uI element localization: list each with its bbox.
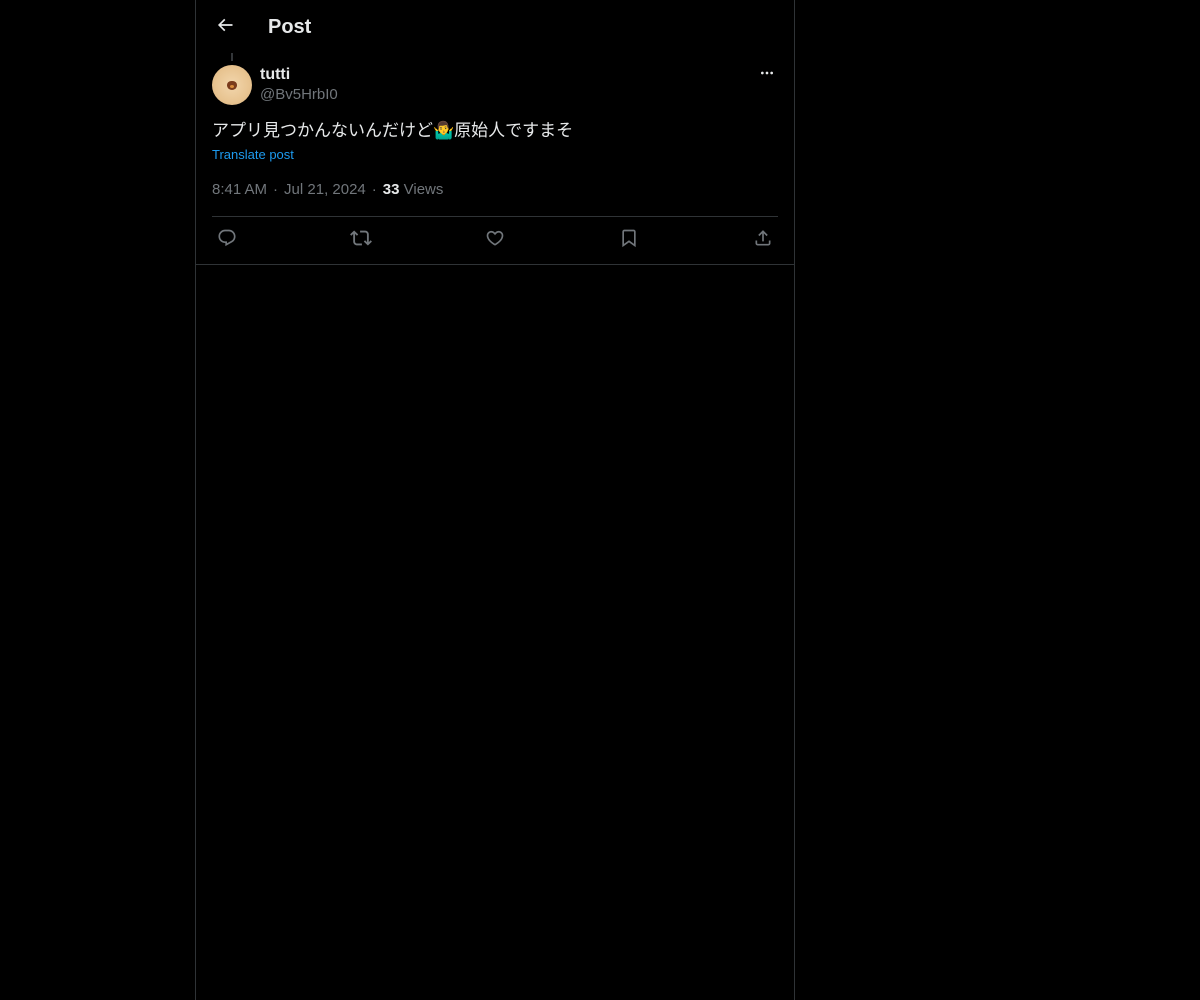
post-text-part-1: アプリ見つかんないんだけど [212, 121, 433, 141]
avatar-image [227, 81, 237, 90]
post-actions-bar [212, 226, 778, 254]
separator-dot: · [273, 181, 279, 198]
separator-dot: · [371, 181, 377, 198]
author-info: tutti @Bv5HrbI0 [260, 64, 338, 105]
divider [212, 216, 778, 217]
author-handle[interactable]: @Bv5HrbI0 [260, 85, 338, 105]
bookmark-icon [619, 228, 639, 253]
reply-icon [217, 228, 237, 253]
post-metadata: 8:41 AM · Jul 21, 2024 · 33 Views [212, 180, 443, 200]
post-text: アプリ見つかんないんだけど🤷‍♂️原始人ですまそ [212, 119, 573, 143]
post-text-part-2: 原始人ですまそ [454, 121, 574, 141]
repost-button[interactable] [346, 226, 376, 254]
back-button[interactable] [208, 10, 242, 44]
share-icon [753, 228, 773, 253]
page-header: Post [196, 0, 794, 53]
page-title: Post [268, 16, 312, 38]
avatar[interactable] [212, 65, 252, 105]
bookmark-button[interactable] [614, 226, 644, 254]
post-time[interactable]: 8:41 AM [212, 181, 267, 198]
main-column: Post tutti @Bv5HrbI0 アプリ見つかんないんだけど🤷‍♂️原始… [195, 0, 795, 1000]
share-button[interactable] [748, 226, 778, 254]
thread-connector-line [231, 53, 233, 61]
post-bottom-border [196, 264, 794, 265]
person-shrugging-emoji: 🤷‍♂️ [433, 121, 455, 141]
views-count: 33 [382, 181, 400, 198]
views-label: Views [403, 181, 444, 198]
post-date[interactable]: Jul 21, 2024 [284, 181, 366, 198]
like-button[interactable] [480, 226, 510, 254]
repost-icon [350, 227, 372, 254]
translate-post-link[interactable]: Translate post [212, 146, 294, 164]
more-horizontal-icon [759, 65, 775, 86]
heart-icon [485, 228, 505, 253]
arrow-left-icon [215, 15, 235, 40]
more-options-button[interactable] [756, 64, 778, 86]
author-display-name[interactable]: tutti [260, 64, 338, 85]
reply-button[interactable] [212, 226, 242, 254]
